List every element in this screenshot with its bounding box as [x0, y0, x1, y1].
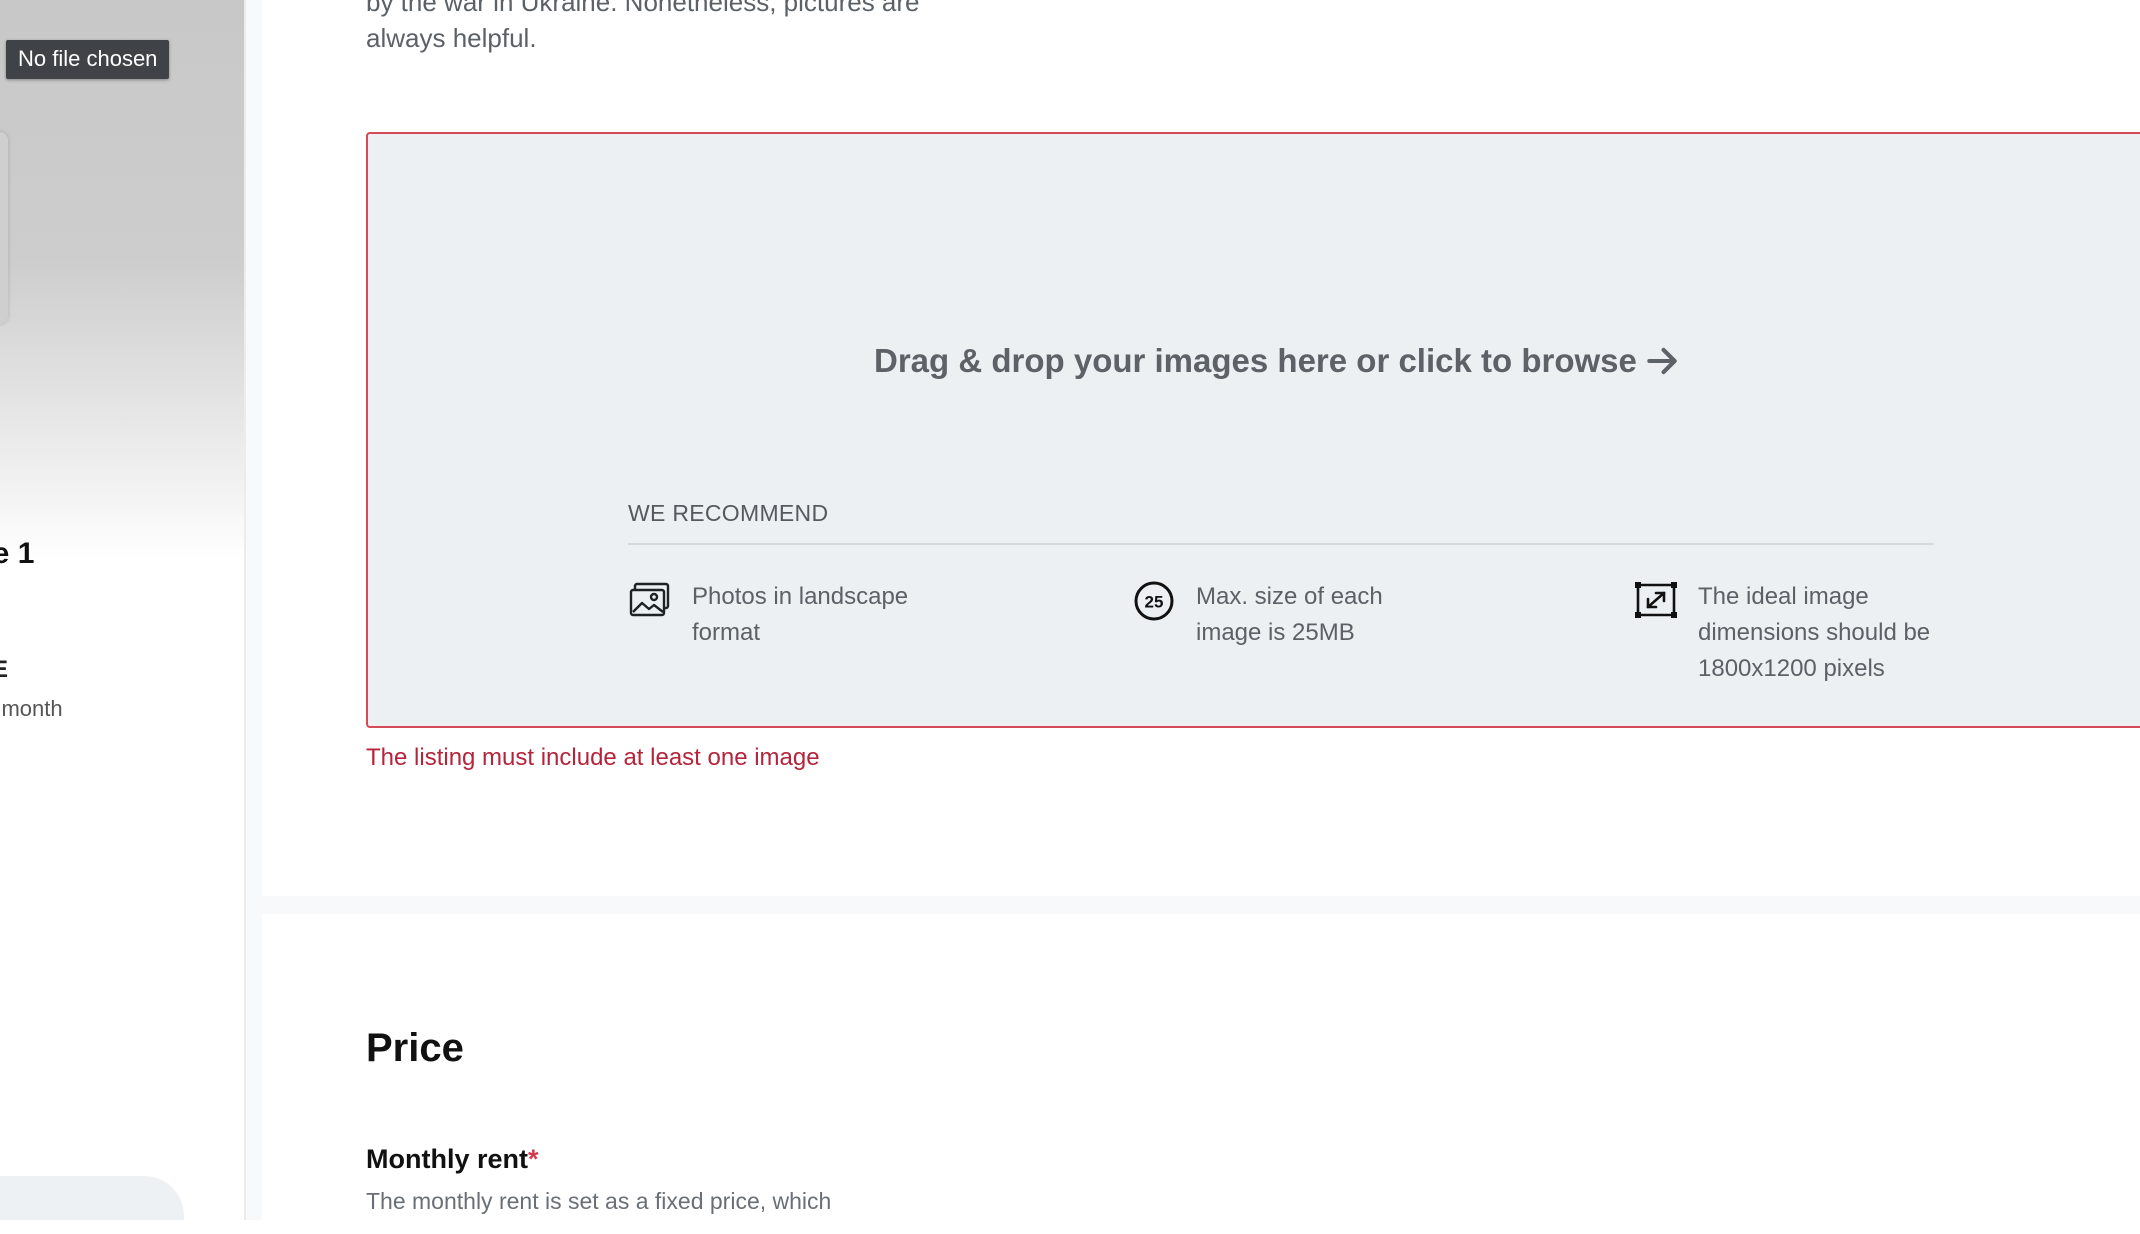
recommendations: WE RECOMMEND Photos in landscape format … [628, 500, 1934, 685]
recommendation-text: Max. size of each image is 25MB [1196, 583, 1383, 646]
preview-image-card[interactable] [0, 132, 8, 324]
file-input-tooltip: No file chosen [6, 40, 170, 79]
required-marker: * [528, 1144, 539, 1174]
dimensions-icon [1635, 582, 1677, 618]
preview-action-pill[interactable] [0, 1176, 184, 1220]
preview-listing-title: 3e 1 [0, 537, 35, 570]
recommendation-item: The ideal image dimensions should be 180… [1634, 579, 1934, 687]
recommendation-list: Photos in landscape format 25 Max. size … [628, 545, 1934, 685]
recommendation-item: Photos in landscape format [628, 579, 928, 651]
images-intro-text: by the war in Ukraine. Nonetheless, pict… [366, 0, 920, 53]
recommendation-item: 25 Max. size of each image is 25MB [1132, 579, 1432, 651]
size-25-icon: 25 [1134, 581, 1174, 621]
dropzone-cta-label: Drag & drop your images here or click to… [874, 342, 1637, 379]
arrow-right-icon [1647, 347, 1677, 375]
monthly-rent-label-text: Monthly rent [366, 1144, 528, 1174]
preview-currency: E [0, 656, 8, 684]
recommendation-text: Photos in landscape format [692, 583, 909, 646]
monthly-rent-help: The monthly rent is set as a fixed price… [366, 1188, 832, 1214]
layout-gutter [246, 0, 262, 1220]
recommendation-text: The ideal image dimensions should be 180… [1698, 583, 1931, 682]
price-section-card [262, 914, 2140, 1234]
images-error-message: The listing must include at least one im… [366, 744, 820, 771]
price-section-title: Price [366, 1026, 464, 1070]
dropzone-cta[interactable]: Drag & drop your images here or click to… [874, 342, 1681, 380]
preview-rent-period: r month [0, 696, 63, 721]
svg-text:25: 25 [1145, 593, 1164, 612]
monthly-rent-label: Monthly rent* [366, 1144, 539, 1175]
recommend-title: WE RECOMMEND [628, 500, 1934, 545]
image-dropzone[interactable]: Drag & drop your images here or click to… [366, 132, 2140, 728]
listing-preview-sidebar: No file chosen 3e 1 E r month [0, 0, 246, 1220]
landscape-photo-icon [629, 582, 670, 617]
section-divider [262, 896, 2140, 914]
